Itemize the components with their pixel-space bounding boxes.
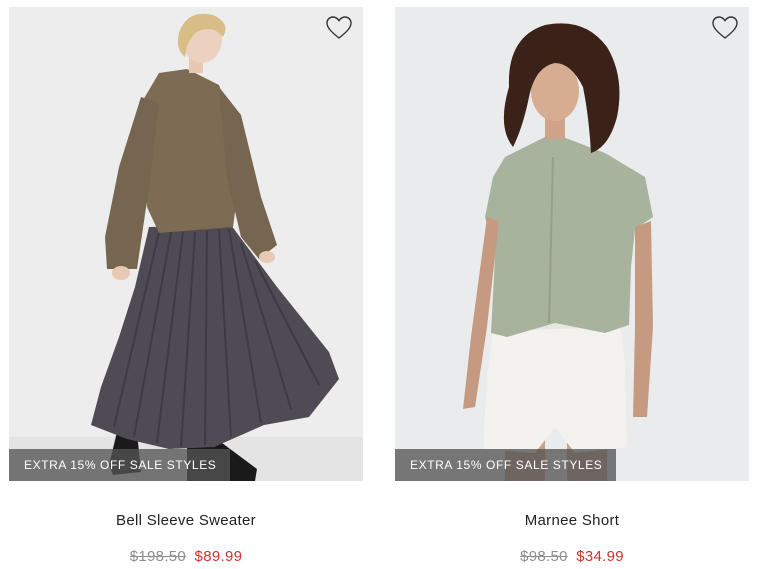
sale-price: $34.99: [576, 548, 624, 565]
product-photo: [395, 7, 749, 481]
original-price: $98.50: [520, 548, 568, 565]
product-card[interactable]: EXTRA 15% OFF SALE STYLES Bell Sleeve Sw…: [9, 7, 363, 567]
price-row: $198.50 $89.99: [9, 547, 363, 567]
sale-price: $89.99: [194, 548, 243, 565]
price-row: $98.50 $34.99: [395, 547, 749, 567]
promo-badge: EXTRA 15% OFF SALE STYLES: [9, 449, 231, 481]
product-name[interactable]: Bell Sleeve Sweater: [9, 511, 363, 531]
product-image-link[interactable]: EXTRA 15% OFF SALE STYLES: [9, 7, 363, 481]
heart-icon[interactable]: [325, 15, 353, 41]
promo-badge: EXTRA 15% OFF SALE STYLES: [395, 449, 617, 481]
product-image-link[interactable]: EXTRA 15% OFF SALE STYLES: [395, 7, 749, 481]
product-grid: EXTRA 15% OFF SALE STYLES Bell Sleeve Sw…: [0, 0, 757, 569]
heart-icon[interactable]: [711, 15, 739, 41]
product-card[interactable]: EXTRA 15% OFF SALE STYLES Marnee Short $…: [395, 7, 749, 567]
original-price: $198.50: [129, 548, 187, 565]
product-photo: [9, 7, 363, 481]
product-name[interactable]: Marnee Short: [395, 511, 749, 531]
